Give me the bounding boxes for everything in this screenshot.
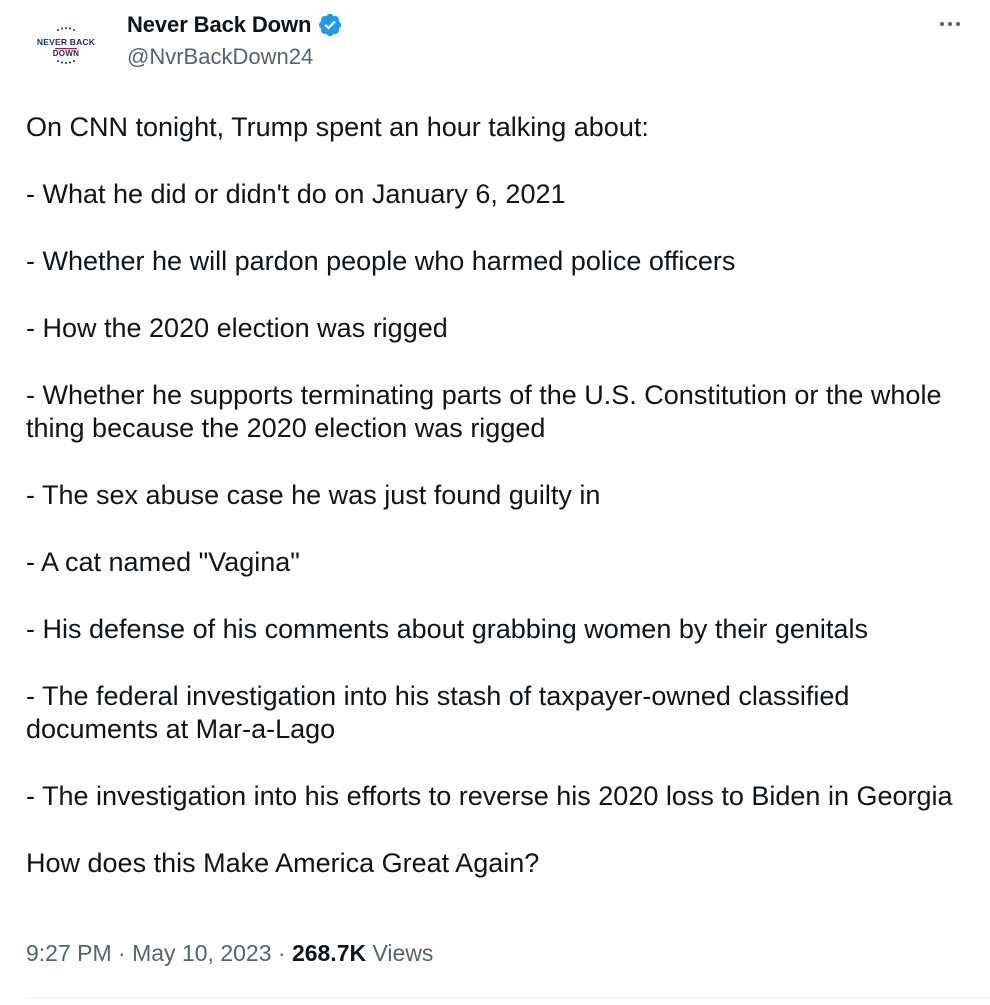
tweet-paragraph: - What he did or didn't do on January 6,… xyxy=(26,179,566,209)
author-handle[interactable]: @NvrBackDown24 xyxy=(127,44,313,70)
tweet-paragraph: - The investigation into his efforts to … xyxy=(26,781,953,811)
tweet-paragraph: - Whether he supports terminating parts … xyxy=(26,380,949,443)
tweet-paragraph: - A cat named "Vagina" xyxy=(26,547,300,577)
more-dot xyxy=(948,22,952,26)
more-horizontal-icon xyxy=(940,22,944,26)
meta-separator: · xyxy=(111,940,133,966)
tweet-meta: 9:27 PM · May 10, 2023 · 268.7K Views xyxy=(26,940,433,967)
more-dot xyxy=(956,22,960,26)
svg-text:NEVER BACK: NEVER BACK xyxy=(37,37,96,47)
tweet-text: On CNN tonight, Trump spent an hour talk… xyxy=(26,111,966,914)
verified-badge-icon xyxy=(317,12,343,38)
never-back-down-logo: NEVER BACK DOWN xyxy=(37,27,96,64)
svg-text:DOWN: DOWN xyxy=(53,49,80,58)
tweet-paragraph: - The sex abuse case he was just found g… xyxy=(26,480,601,510)
tweet-paragraph: - The federal investigation into his sta… xyxy=(26,681,857,744)
views-count: 268.7K xyxy=(291,940,367,966)
more-options-button[interactable] xyxy=(930,10,970,38)
tweet-paragraph: - His defense of his comments about grab… xyxy=(26,614,868,644)
avatar[interactable]: NEVER BACK DOWN xyxy=(26,18,106,72)
tweet: NEVER BACK DOWN Never Back Down @NvrBack… xyxy=(0,0,990,1005)
tweet-time[interactable]: 9:27 PM xyxy=(26,940,112,966)
tweet-date[interactable]: May 10, 2023 xyxy=(132,940,271,966)
tweet-paragraph: On CNN tonight, Trump spent an hour talk… xyxy=(26,112,649,142)
author-name-row[interactable]: Never Back Down xyxy=(127,8,343,42)
divider xyxy=(26,998,990,999)
tweet-paragraph: How does this Make America Great Again? xyxy=(26,848,540,878)
meta-separator: · xyxy=(271,940,292,966)
tweet-paragraph: - How the 2020 election was rigged xyxy=(26,313,448,343)
views-label: Views xyxy=(366,940,434,966)
tweet-paragraph: - Whether he will pardon people who harm… xyxy=(26,246,736,276)
author-display-name[interactable]: Never Back Down xyxy=(127,12,311,38)
